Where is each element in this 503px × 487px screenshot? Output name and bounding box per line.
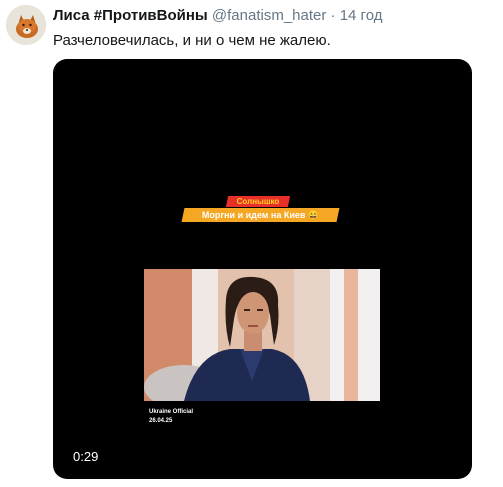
video-caption-banner: Солнышко Моргни и идем на Киев 😄 — [181, 196, 340, 224]
video-player[interactable]: Солнышко Моргни и идем на Киев 😄 Ukraine… — [53, 59, 472, 479]
video-frame-image — [144, 269, 380, 401]
caption-bottom-text: Моргни и идем на Киев 😄 — [201, 210, 320, 220]
video-watermark: Ukraine Official 26.04.25 — [149, 408, 193, 426]
separator: · — [330, 7, 336, 24]
video-duration: 0:29 — [73, 449, 99, 464]
display-name[interactable]: Лиса #ПротивВойны — [53, 7, 208, 24]
video-frame — [144, 269, 380, 401]
caption-bottom: Моргни и идем на Киев 😄 — [181, 208, 340, 222]
fox-avatar-icon — [6, 5, 46, 45]
caption-top: Солнышко — [225, 196, 291, 207]
watermark-date: 26.04.25 — [149, 418, 173, 424]
caption-top-text: Солнышко — [236, 197, 280, 206]
tweet-text: Разчеловечилась, и ни о чем не жалею. — [53, 32, 331, 49]
handle[interactable]: @fanatism_hater — [212, 7, 326, 24]
tweet: Лиса #ПротивВойны @fanatism_hater · 14 г… — [0, 0, 503, 487]
watermark-source: Ukraine Official — [149, 409, 194, 415]
avatar[interactable] — [6, 5, 46, 45]
timestamp[interactable]: 14 год — [340, 7, 383, 24]
tweet-header: Лиса #ПротивВойны @fanatism_hater · 14 г… — [53, 7, 382, 25]
